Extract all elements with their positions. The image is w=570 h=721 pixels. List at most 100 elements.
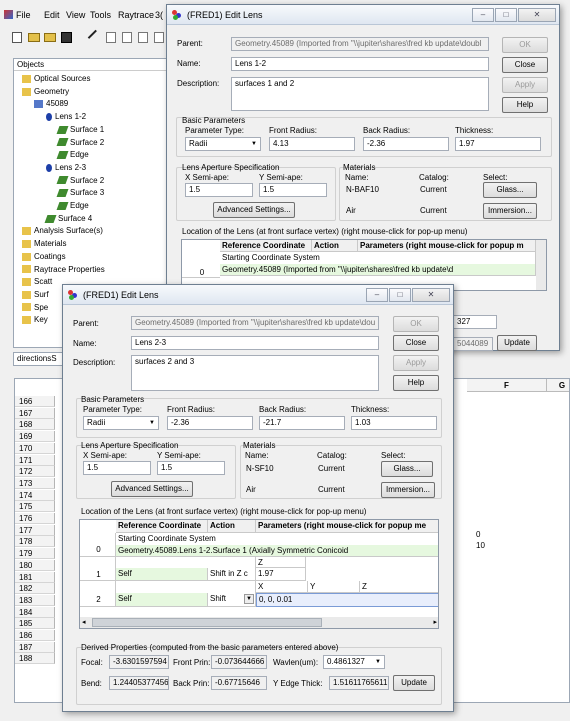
name-field[interactable]: Lens 2-3: [131, 336, 379, 350]
tree-item[interactable]: Surface 3: [56, 187, 104, 199]
sheet-row-number[interactable]: 181: [15, 571, 55, 583]
tree-item[interactable]: Coatings: [22, 251, 66, 263]
update-button[interactable]: Update: [497, 335, 537, 351]
close-button[interactable]: Close: [502, 57, 548, 73]
param-type-select[interactable]: Radii ▼: [83, 416, 159, 430]
ok-button[interactable]: OK: [502, 37, 548, 53]
sheet-row-number[interactable]: 179: [15, 548, 55, 560]
tool-icon[interactable]: [87, 29, 104, 46]
close-window-button[interactable]: ✕: [518, 8, 556, 22]
sheet-row-number[interactable]: 182: [15, 583, 55, 595]
scroll-right-icon[interactable]: ▸: [433, 617, 437, 628]
advanced-settings-button[interactable]: Advanced Settings...: [111, 481, 193, 497]
sheet-row-number[interactable]: 186: [15, 630, 55, 641]
open-icon[interactable]: [44, 33, 56, 42]
row0-ref[interactable]: Geometry.45089 (Imported from "\\jupiter…: [220, 264, 536, 276]
app-menu-icon[interactable]: [4, 10, 13, 19]
glass-button[interactable]: Glass...: [381, 461, 433, 477]
open-folder-icon[interactable]: [28, 33, 40, 42]
scroll-left-icon[interactable]: ◂: [82, 617, 86, 628]
tree-item[interactable]: Surface 4: [44, 213, 92, 225]
description-field[interactable]: surfaces 2 and 3: [131, 355, 379, 391]
back-radius-field[interactable]: -21.7: [259, 416, 345, 430]
sheet-header-g[interactable]: G: [547, 379, 569, 392]
menu-view[interactable]: View: [66, 8, 85, 22]
tree-item[interactable]: Surface 1: [56, 124, 104, 136]
thickness-field[interactable]: 1.97: [455, 137, 541, 151]
wavlen-select[interactable]: 0.4861327 ▼: [323, 655, 385, 669]
row2-ref[interactable]: Self: [116, 593, 208, 607]
immersion-button[interactable]: Immersion...: [381, 482, 435, 498]
sheet-row-number[interactable]: 173: [15, 477, 55, 489]
sheet-row-number[interactable]: 170: [15, 442, 55, 454]
sheet-row-number[interactable]: 172: [15, 466, 55, 478]
location-grid[interactable]: Reference Coordinate Action Parameters (…: [79, 519, 439, 629]
tree-item[interactable]: Scatt: [22, 276, 52, 288]
sheet-row-number[interactable]: 188: [15, 653, 55, 665]
param-type-select[interactable]: Radii ▼: [185, 137, 261, 151]
paste3-icon[interactable]: [154, 32, 164, 43]
sheet-row-number[interactable]: 169: [15, 431, 55, 443]
chevron-down-icon[interactable]: ▼: [244, 594, 254, 604]
thickness-field[interactable]: 1.03: [351, 416, 437, 430]
y-semi-field[interactable]: 1.5: [259, 183, 327, 197]
help-button[interactable]: Help: [393, 375, 439, 391]
tree-item[interactable]: Raytrace Properties: [22, 264, 105, 276]
front-radius-field[interactable]: -2.36: [167, 416, 253, 430]
new-file-icon[interactable]: [12, 32, 22, 43]
tree-item[interactable]: Key: [22, 314, 48, 326]
minimize-button[interactable]: –: [472, 8, 494, 22]
minimize-button[interactable]: –: [366, 288, 388, 302]
tree-item[interactable]: Lens 1-2: [46, 111, 86, 123]
row2-action[interactable]: Shift ▼: [208, 593, 256, 607]
back-radius-field[interactable]: -2.36: [363, 137, 449, 151]
row2-value[interactable]: 0, 0, 0.01: [256, 593, 438, 607]
sheet-row-number[interactable]: 184: [15, 606, 55, 618]
sheet-value-f177[interactable]: 0: [476, 530, 480, 539]
row1-value[interactable]: 1.97: [256, 568, 306, 581]
row1-action[interactable]: Shift in Z c: [208, 568, 256, 581]
help-button[interactable]: Help: [502, 97, 548, 113]
update-button[interactable]: Update: [393, 675, 435, 691]
sheet-row-number[interactable]: 187: [15, 641, 55, 653]
menu-edit[interactable]: Edit: [44, 8, 60, 22]
copy-icon[interactable]: [106, 32, 116, 43]
description-field[interactable]: surfaces 1 and 2: [231, 77, 489, 111]
x-semi-field[interactable]: 1.5: [83, 461, 151, 475]
close-window-button[interactable]: ✕: [412, 288, 450, 302]
sheet-value-f178[interactable]: 10: [476, 541, 485, 550]
ok-button[interactable]: OK: [393, 316, 439, 332]
sheet-row-number[interactable]: 171: [15, 454, 55, 466]
tree-item[interactable]: Optical Sources: [22, 73, 90, 85]
sheet-row-number[interactable]: 166: [15, 396, 55, 407]
tree-item[interactable]: Spe: [22, 302, 48, 314]
immersion-button[interactable]: Immersion...: [483, 203, 537, 219]
menu-file[interactable]: File: [16, 8, 31, 22]
wavlen-partial[interactable]: 327: [453, 315, 497, 329]
apply-button[interactable]: Apply: [502, 77, 548, 93]
tree-item[interactable]: 45089: [34, 98, 68, 110]
name-field[interactable]: Lens 1-2: [231, 57, 489, 71]
apply-button[interactable]: Apply: [393, 355, 439, 371]
paste-icon[interactable]: [122, 32, 132, 43]
tree-item[interactable]: Edge: [56, 200, 89, 212]
maximize-button[interactable]: □: [389, 288, 411, 302]
grid-hscrollbar[interactable]: ◂ ▸: [80, 617, 438, 628]
tree-item[interactable]: Edge: [56, 149, 89, 161]
menu-tools[interactable]: Tools: [90, 8, 111, 22]
row0-ref[interactable]: Geometry.45089.Lens 1-2.Surface 1 (Axial…: [116, 545, 438, 557]
scroll-thumb[interactable]: [92, 618, 322, 627]
sheet-header-f[interactable]: F: [467, 379, 547, 392]
sheet-row-number[interactable]: 178: [15, 536, 55, 548]
sheet-row-number[interactable]: 183: [15, 594, 55, 606]
tree-item[interactable]: Surface 2: [56, 175, 104, 187]
save-icon[interactable]: [61, 32, 72, 43]
sheet-row-number[interactable]: 174: [15, 489, 55, 501]
sheet-row-number[interactable]: 175: [15, 501, 55, 513]
row1-ref[interactable]: Self: [116, 568, 208, 581]
menu-3d[interactable]: 3(: [155, 8, 163, 22]
close-button[interactable]: Close: [393, 335, 439, 351]
y-semi-field[interactable]: 1.5: [157, 461, 225, 475]
paste2-icon[interactable]: [138, 32, 148, 43]
sheet-row-number[interactable]: 180: [15, 559, 55, 571]
